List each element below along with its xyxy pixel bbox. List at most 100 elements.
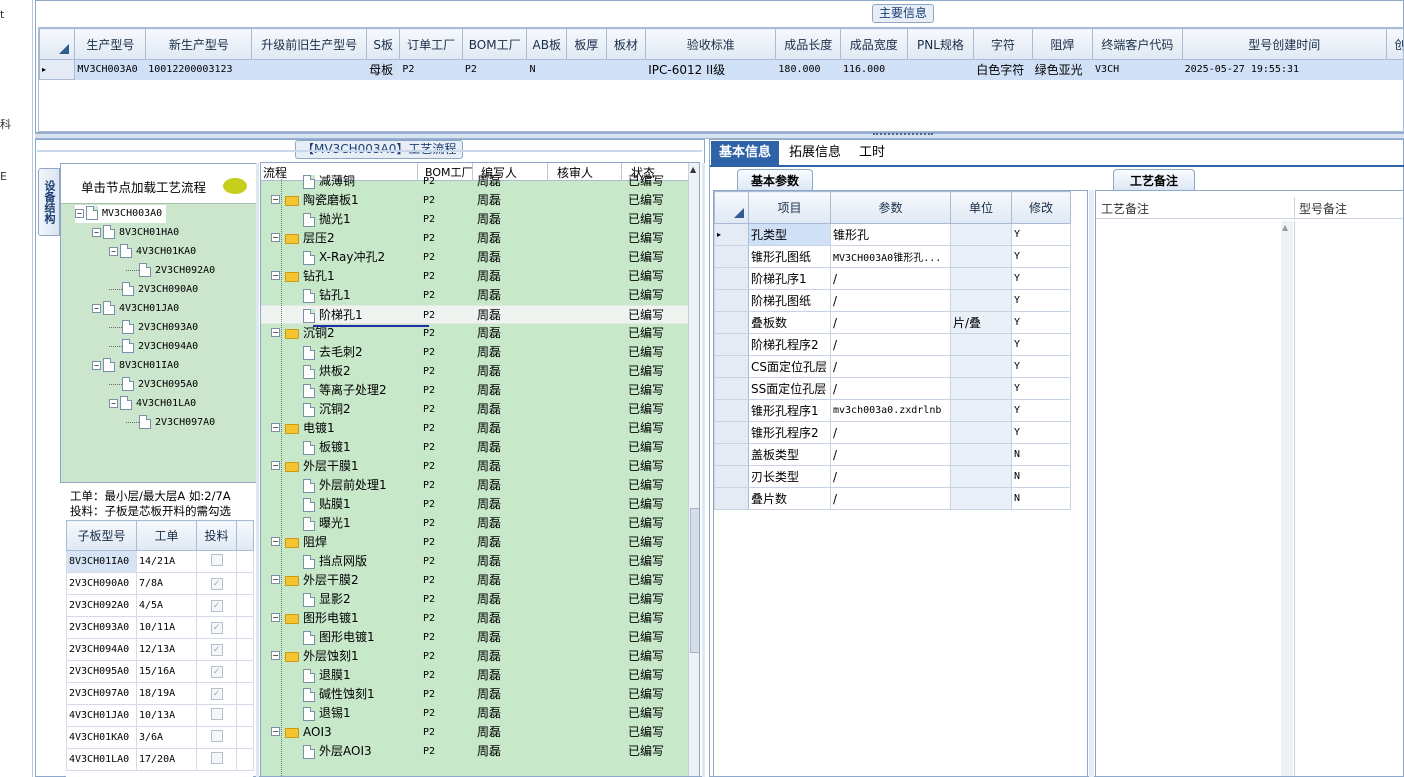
feed-checkbox[interactable]	[210, 708, 223, 720]
subboard-row[interactable]: 8V3CH01IA0 14/21A	[66, 550, 254, 573]
structure-node[interactable]: − 8V3CH01IA0	[92, 357, 179, 375]
param-unit[interactable]	[950, 289, 1012, 312]
flow-row[interactable]: 烘板2 P2 周磊 已编写	[261, 362, 689, 381]
param-value[interactable]: /	[830, 421, 951, 444]
flow-row[interactable]: 曝光1 P2 周磊 已编写	[261, 514, 689, 533]
main-col-9[interactable]: 验收标准	[645, 28, 777, 60]
param-value[interactable]: /	[830, 267, 951, 290]
main-cell[interactable]: 2025-05-27 19:55:31	[1182, 59, 1387, 80]
structure-node[interactable]: 2V3CH095A0	[109, 376, 198, 394]
collapse-icon[interactable]: −	[271, 537, 280, 546]
tab-process-memo[interactable]: 工艺备注	[1113, 169, 1195, 191]
param-item[interactable]: SS面定位孔层	[748, 377, 831, 400]
flow-row[interactable]: − 阻焊 P2 周磊 已编写	[261, 533, 689, 552]
param-value[interactable]: mv3ch003a0.zxdrlnb	[830, 399, 951, 422]
param-modify[interactable]: N	[1011, 487, 1071, 510]
subboard-order[interactable]: 7/8A	[136, 572, 197, 595]
main-cell[interactable]: 母板	[366, 59, 401, 80]
param-row[interactable]: 锥形孔程序1 mv3ch003a0.zxdrlnb Y	[714, 399, 1071, 422]
structure-node[interactable]: 2V3CH097A0	[126, 414, 215, 432]
main-col-14[interactable]: 阻焊	[1031, 28, 1094, 60]
flow-row[interactable]: − 沉铜2 P2 周磊 已编写	[261, 324, 689, 343]
main-col-15[interactable]: 终端客户代码	[1092, 28, 1183, 60]
param-modify[interactable]: Y	[1011, 355, 1071, 378]
flow-row[interactable]: 外层AOI3 P2 周磊 已编写	[261, 742, 689, 761]
feed-checkbox[interactable]: ✓	[210, 665, 223, 678]
collapse-icon[interactable]: −	[109, 246, 118, 256]
main-cell[interactable]: 116.000	[840, 59, 908, 80]
collapse-icon[interactable]: −	[92, 360, 101, 370]
param-value[interactable]: /	[830, 465, 951, 488]
flow-row[interactable]: 去毛刺2 P2 周磊 已编写	[261, 343, 689, 362]
subboard-order[interactable]: 18/19A	[136, 682, 197, 705]
flow-row[interactable]: − 外层蚀刻1 P2 周磊 已编写	[261, 647, 689, 666]
structure-node[interactable]: − 8V3CH01HA0	[92, 224, 179, 242]
param-modify[interactable]: Y	[1011, 289, 1071, 312]
param-row[interactable]: 锥形孔图纸 MV3CH003A0锥形孔... Y	[714, 245, 1071, 268]
collapse-icon[interactable]: −	[271, 423, 280, 432]
param-value[interactable]: /	[830, 311, 951, 334]
structure-node[interactable]: 2V3CH090A0	[109, 281, 198, 299]
main-col-8[interactable]: 板材	[605, 28, 647, 60]
feed-checkbox[interactable]: ✓	[210, 599, 223, 612]
structure-node[interactable]: 2V3CH094A0	[109, 338, 198, 356]
param-item[interactable]: 叠板数	[748, 311, 831, 334]
main-cell[interactable]: P2	[462, 59, 528, 80]
param-unit[interactable]	[950, 487, 1012, 510]
tab-work-hours[interactable]: 工时	[851, 141, 893, 165]
param-item[interactable]: 叠片数	[748, 487, 831, 510]
param-item[interactable]: 阶梯孔图纸	[748, 289, 831, 312]
main-col-7[interactable]: 板厚	[566, 28, 607, 60]
feed-checkbox[interactable]: ✓	[210, 621, 223, 634]
param-item[interactable]: 孔类型	[748, 223, 831, 246]
param-unit[interactable]	[950, 267, 1012, 290]
param-item[interactable]: 锥形孔程序1	[748, 399, 831, 422]
param-unit[interactable]	[950, 245, 1012, 268]
tab-basic-info[interactable]: 基本信息	[711, 141, 780, 165]
main-cell[interactable]: N	[526, 59, 568, 80]
feed-checkbox[interactable]	[210, 730, 223, 742]
flow-row[interactable]: 减薄铜 P2 周磊 已编写	[261, 172, 689, 191]
collapse-icon[interactable]: −	[92, 303, 101, 313]
subboard-model[interactable]: 2V3CH094A0	[66, 638, 137, 661]
param-value[interactable]: /	[830, 333, 951, 356]
param-row[interactable]: CS面定位孔层 / Y	[714, 355, 1071, 378]
main-cell[interactable]: 10012200003123	[145, 59, 253, 80]
param-grid-corner[interactable]	[714, 191, 749, 224]
collapse-icon[interactable]: −	[271, 461, 280, 470]
param-modify[interactable]: Y	[1011, 333, 1071, 356]
param-row[interactable]: SS面定位孔层 / Y	[714, 377, 1071, 400]
middle-splitter[interactable]	[702, 163, 705, 777]
param-value[interactable]: /	[830, 443, 951, 466]
tab-equipment-structure[interactable]: 设备结构	[38, 168, 60, 236]
param-item[interactable]: 锥形孔图纸	[748, 245, 831, 268]
param-modify[interactable]: Y	[1011, 421, 1071, 444]
main-info-row[interactable]: ▸ MV3CH003A0 10012200003123 母板 P2 P2 N IPC-6012…	[39, 59, 1403, 80]
flow-row[interactable]: 碱性蚀刻1 P2 周磊 已编写	[261, 685, 689, 704]
collapse-icon[interactable]: −	[271, 575, 280, 584]
param-item[interactable]: 盖板类型	[748, 443, 831, 466]
param-row[interactable]: 阶梯孔图纸 / Y	[714, 289, 1071, 312]
main-cell[interactable]	[566, 59, 607, 80]
main-cell[interactable]: V3CH	[1092, 59, 1183, 80]
param-col-item[interactable]: 项目	[748, 191, 831, 224]
param-modify[interactable]: Y	[1011, 223, 1071, 246]
subboard-model[interactable]: 2V3CH090A0	[66, 572, 137, 595]
param-value[interactable]: /	[830, 487, 951, 510]
flow-row[interactable]: 等离子处理2 P2 周磊 已编写	[261, 381, 689, 400]
param-unit[interactable]	[950, 377, 1012, 400]
param-row[interactable]: 阶梯孔序1/ Y	[714, 267, 1071, 290]
param-unit[interactable]	[950, 333, 1012, 356]
main-cell[interactable]	[907, 59, 975, 80]
flow-row[interactable]: 沉铜2 P2 周磊 已编写	[261, 400, 689, 419]
collapse-icon[interactable]: −	[92, 227, 101, 237]
main-cell[interactable]	[606, 59, 647, 80]
structure-node[interactable]: − 4V3CH01KA0	[109, 243, 196, 261]
param-row[interactable]: 锥形孔程序2/ Y	[714, 421, 1071, 444]
collapse-icon[interactable]: −	[271, 727, 280, 736]
param-item[interactable]: CS面定位孔层	[748, 355, 831, 378]
param-row[interactable]: ▸ 孔类型 锥形孔 Y	[714, 223, 1071, 246]
subboard-order[interactable]: 17/20A	[136, 748, 197, 771]
param-modify[interactable]: N	[1011, 465, 1071, 488]
collapse-icon[interactable]: −	[271, 195, 280, 204]
